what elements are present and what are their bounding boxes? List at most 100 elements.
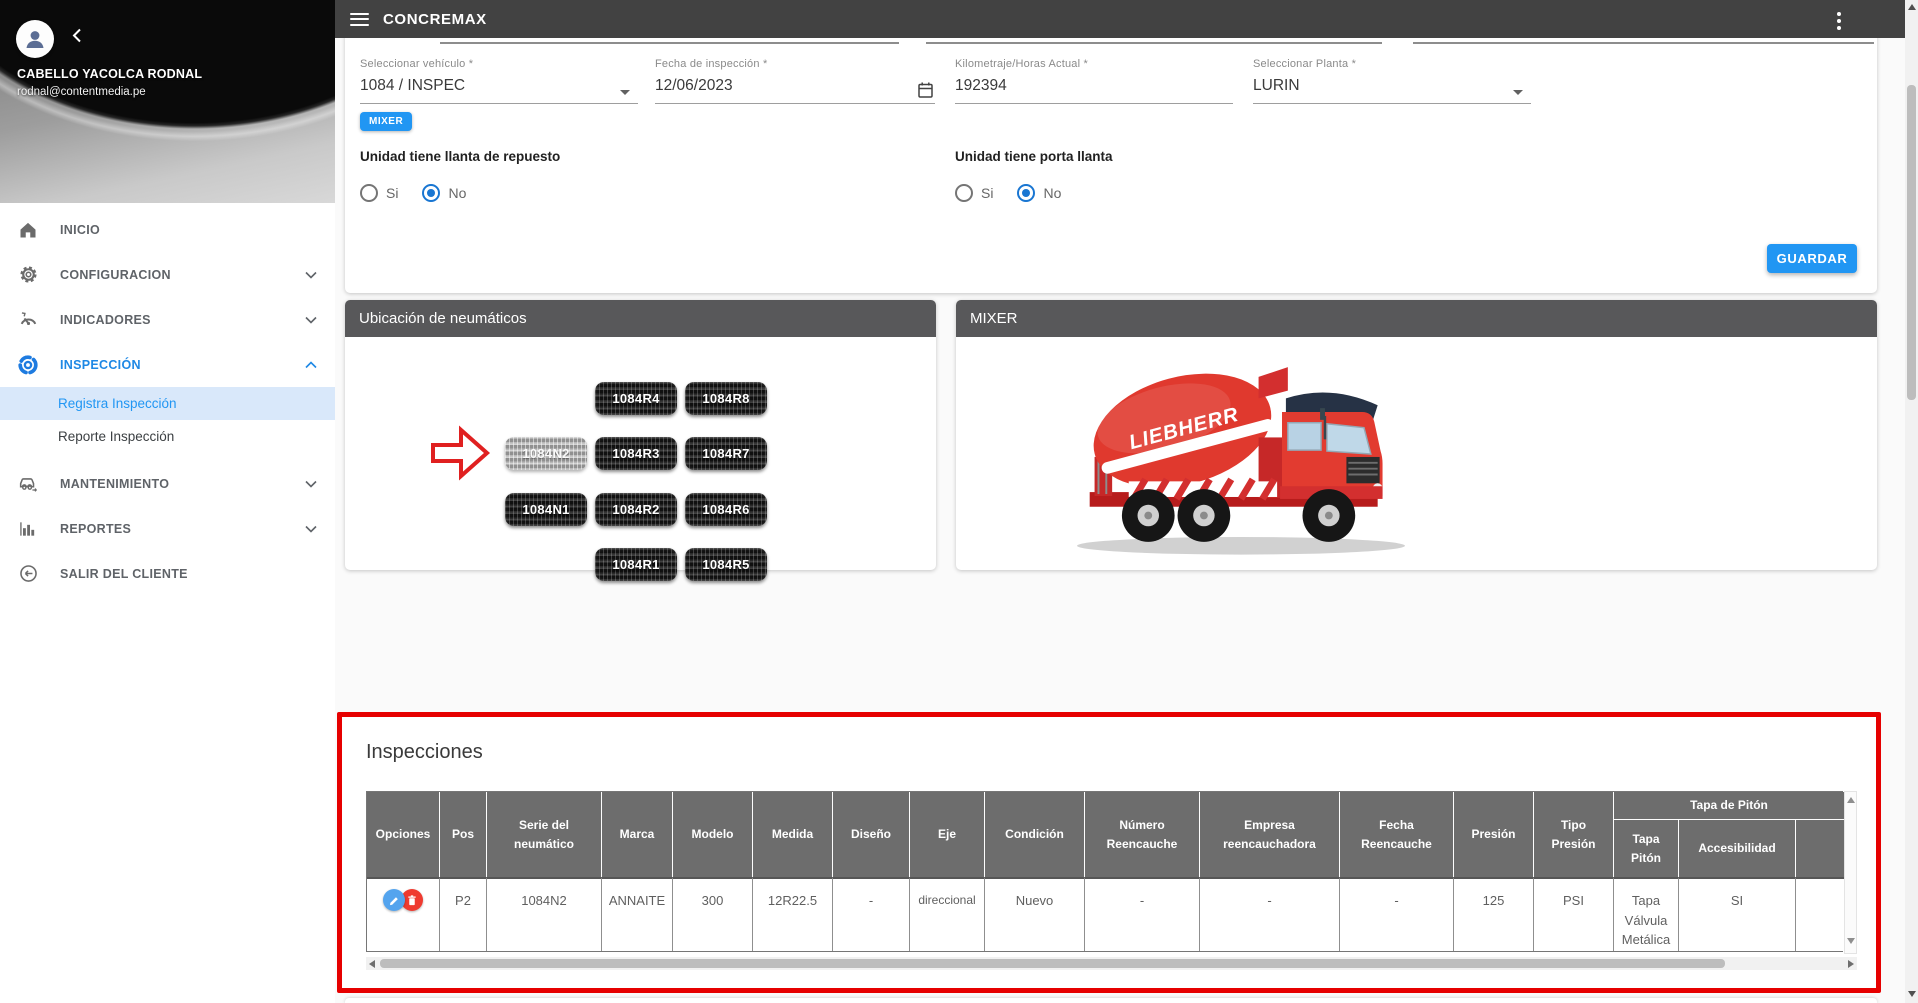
profile-photo: CABELLO YACOLCA RODNAL rodnal@contentmed… — [0, 0, 335, 203]
radio-si[interactable]: Si — [955, 184, 993, 202]
cell-medida: 12R22.5 — [753, 877, 833, 951]
scroll-right-icon[interactable] — [1848, 960, 1854, 968]
col-header: Diseño — [833, 792, 910, 877]
tire-button-selected[interactable]: 1084N2 — [505, 437, 587, 470]
cell-modelo: 300 — [673, 877, 753, 951]
mileage-field[interactable]: Kilometraje/Horas Actual * 192394 — [955, 58, 1233, 104]
cell-pos: P2 — [440, 877, 487, 951]
sidebar-item-reporte-inspeccion[interactable]: Reporte Inspección — [0, 420, 335, 453]
field-underline — [1253, 103, 1531, 104]
cell-tapa-piton: Tapa Válvula Metálica — [1614, 877, 1679, 951]
tire-button[interactable]: 1084R6 — [685, 493, 767, 526]
field-underline — [360, 103, 638, 104]
sidebar-item-inicio[interactable]: INICIO — [0, 207, 335, 252]
sidebar-subitem-label: Reporte Inspección — [58, 429, 174, 444]
col-header: Modelo — [673, 792, 753, 877]
scroll-down-icon[interactable] — [1908, 991, 1916, 997]
field-underline — [655, 103, 935, 104]
save-button[interactable]: GUARDAR — [1767, 244, 1857, 273]
scrollbar-thumb[interactable] — [1907, 85, 1916, 400]
field-label: Seleccionar Planta * — [1253, 58, 1531, 70]
scroll-up-icon[interactable] — [1847, 797, 1855, 803]
col-header: Tipo Presión — [1534, 792, 1614, 877]
sidebar-item-inspeccion[interactable]: INSPECCIÓN — [0, 342, 335, 387]
field-value: 192394 — [955, 77, 1233, 95]
plant-select[interactable]: Seleccionar Planta * LURIN — [1253, 58, 1531, 104]
page-scrollbar[interactable] — [1905, 0, 1918, 1003]
scroll-down-icon[interactable] — [1847, 938, 1855, 944]
radio-circle-selected[interactable] — [422, 184, 440, 202]
tire-button[interactable]: 1084R3 — [595, 437, 677, 470]
home-icon — [16, 220, 40, 240]
exit-icon — [16, 563, 40, 584]
cell-partial — [1796, 877, 1844, 951]
cell-numero-reencauche: - — [1085, 877, 1200, 951]
scrollbar-thumb[interactable] — [380, 959, 1725, 968]
radio-no[interactable]: No — [422, 184, 466, 202]
col-header: Opciones — [367, 792, 440, 877]
tire-button[interactable]: 1084R4 — [595, 382, 677, 415]
radio-label: No — [1043, 185, 1061, 201]
spare-tire-question-label: Unidad tiene llanta de repuesto — [360, 149, 560, 164]
cell-eje: direccional — [910, 877, 985, 951]
scroll-up-icon[interactable] — [1908, 4, 1916, 10]
tire-grid: 1084R4 1084R8 1084N2 1084R3 1084R7 1084N… — [345, 337, 936, 570]
table-vertical-scrollbar[interactable] — [1844, 791, 1857, 954]
panel-title: Ubicación de neumáticos — [359, 310, 527, 327]
tire-button[interactable]: 1084R1 — [595, 548, 677, 581]
tire-button[interactable]: 1084N1 — [505, 493, 587, 526]
radio-label: No — [448, 185, 466, 201]
tire-button[interactable]: 1084R8 — [685, 382, 767, 415]
sidebar-item-indicadores[interactable]: INDICADORES — [0, 297, 335, 342]
tire-location-panel: Ubicación de neumáticos 1084R4 1084R8 10… — [345, 300, 936, 570]
inspection-date-field[interactable]: Fecha de inspección * 12/06/2023 — [655, 58, 935, 104]
radio-circle[interactable] — [360, 184, 378, 202]
next-section-edge — [345, 998, 1877, 1003]
mixer-panel: MIXER LIEBHERR — [956, 300, 1877, 570]
sidebar-subitem-label: Registra Inspección — [58, 396, 177, 411]
radio-label: Si — [981, 185, 993, 201]
gauge-icon — [16, 309, 40, 330]
col-header: Número Reencauche — [1085, 792, 1200, 877]
table-horizontal-scrollbar[interactable] — [366, 957, 1857, 970]
sidebar-item-mantenimiento[interactable]: MANTENIMIENTO — [0, 461, 335, 506]
calendar-icon[interactable] — [918, 82, 933, 103]
radio-circle-selected[interactable] — [1017, 184, 1035, 202]
scroll-left-icon[interactable] — [369, 960, 375, 968]
tire-carrier-radio-group: Si No — [955, 184, 1075, 202]
app-title: CONCREMAX — [383, 11, 487, 28]
field-label: Fecha de inspección * — [655, 58, 935, 70]
sidebar-item-configuracion[interactable]: CONFIGURACION — [0, 252, 335, 297]
user-avatar — [16, 20, 54, 58]
more-options-icon[interactable] — [1836, 9, 1842, 33]
vehicle-select[interactable]: Seleccionar vehículo * 1084 / INSPEC — [360, 58, 638, 104]
scrolled-field-underline — [1413, 42, 1874, 44]
radio-circle[interactable] — [955, 184, 973, 202]
pencil-icon — [389, 895, 400, 906]
cell-condicion: Nuevo — [985, 877, 1085, 951]
tire-button[interactable]: 1084R5 — [685, 548, 767, 581]
radio-no[interactable]: No — [1017, 184, 1061, 202]
radio-label: Si — [386, 185, 398, 201]
collapse-sidebar-icon[interactable] — [72, 28, 82, 48]
cell-diseno: - — [833, 877, 910, 951]
sidebar-item-label: MANTENIMIENTO — [60, 477, 169, 491]
sidebar-item-reportes[interactable]: REPORTES — [0, 506, 335, 551]
col-header: Condición — [985, 792, 1085, 877]
col-header: Presión — [1454, 792, 1534, 877]
sidebar-item-salir-del-cliente[interactable]: SALIR DEL CLIENTE — [0, 551, 335, 596]
tire-carrier-question-label: Unidad tiene porta llanta — [955, 149, 1113, 164]
menu-icon[interactable] — [350, 9, 369, 29]
top-app-bar: CONCREMAX — [335, 0, 1918, 38]
edit-row-button[interactable] — [383, 889, 405, 911]
radio-si[interactable]: Si — [360, 184, 398, 202]
tire-button[interactable]: 1084R2 — [595, 493, 677, 526]
sidebar-item-registra-inspeccion[interactable]: Registra Inspección — [0, 387, 335, 420]
field-value: LURIN — [1253, 77, 1531, 95]
field-value: 1084 / INSPEC — [360, 77, 638, 95]
inspections-section-highlighted: Inspecciones Opciones Pos Serie del neum… — [337, 712, 1881, 993]
sidebar-item-label: INICIO — [60, 223, 100, 237]
panel-header: Ubicación de neumáticos — [345, 300, 936, 337]
scrolled-field-underline — [440, 42, 899, 44]
tire-button[interactable]: 1084R7 — [685, 437, 767, 470]
